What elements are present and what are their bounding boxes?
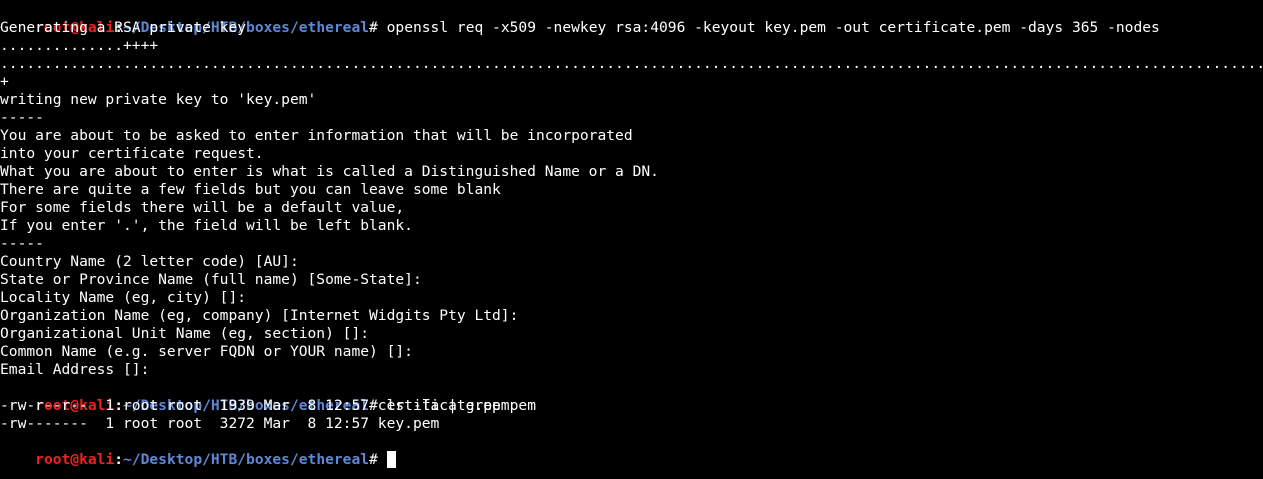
prompt-symbol: # xyxy=(369,451,387,468)
output-info-4: There are quite a few fields but you can… xyxy=(0,181,501,198)
output-common-name-prompt: Common Name (e.g. server FQDN or YOUR na… xyxy=(0,343,413,360)
output-file-key: -rw------- 1 root root 3272 Mar 8 12:57 … xyxy=(0,415,440,432)
prompt-symbol: # xyxy=(369,19,387,36)
prompt-line-ls: root@kali:~/Desktop/HTB/boxes/ethereal# … xyxy=(0,379,536,414)
output-file-certificate: -rw-r--r-- 1 root root 1939 Mar 8 12:57 … xyxy=(0,397,510,414)
command-openssl: openssl req -x509 -newkey rsa:4096 -keyo… xyxy=(386,19,1160,36)
output-separator-1: ----- xyxy=(0,109,44,126)
output-state-prompt: State or Province Name (full name) [Some… xyxy=(0,271,422,288)
output-organization-prompt: Organization Name (eg, company) [Interne… xyxy=(0,307,519,324)
prompt-user: root@kali xyxy=(35,451,115,468)
prompt-line-openssl: root@kali:~/Desktop/HTB/boxes/ethereal# … xyxy=(0,1,1160,36)
output-dots-1: ..............++++ xyxy=(0,37,159,54)
output-info-1: You are about to be asked to enter infor… xyxy=(0,127,633,144)
output-generating: Generating a RSA private key xyxy=(0,19,247,36)
text-cursor[interactable] xyxy=(386,451,396,468)
output-country-prompt: Country Name (2 letter code) [AU]: xyxy=(0,253,299,270)
output-email-prompt: Email Address []: xyxy=(0,361,150,378)
output-dots-2: ........................................… xyxy=(0,55,1263,72)
output-info-2: into your certificate request. xyxy=(0,145,264,162)
output-info-5: For some fields there will be a default … xyxy=(0,199,405,216)
output-writing-key: writing new private key to 'key.pem' xyxy=(0,91,317,108)
output-info-6: If you enter '.', the field will be left… xyxy=(0,217,413,234)
prompt-path: ~/Desktop/HTB/boxes/ethereal xyxy=(123,451,370,468)
terminal-window[interactable]: root@kali:~/Desktop/HTB/boxes/ethereal# … xyxy=(0,0,1263,479)
prompt-separator: : xyxy=(114,451,124,468)
output-dots-3: + xyxy=(0,73,9,90)
output-locality-prompt: Locality Name (eg, city) []: xyxy=(0,289,247,306)
prompt-line-active[interactable]: root@kali:~/Desktop/HTB/boxes/ethereal# xyxy=(0,433,396,468)
output-separator-2: ----- xyxy=(0,235,44,252)
output-unit-prompt: Organizational Unit Name (eg, section) [… xyxy=(0,325,370,342)
output-info-3: What you are about to enter is what is c… xyxy=(0,163,659,180)
